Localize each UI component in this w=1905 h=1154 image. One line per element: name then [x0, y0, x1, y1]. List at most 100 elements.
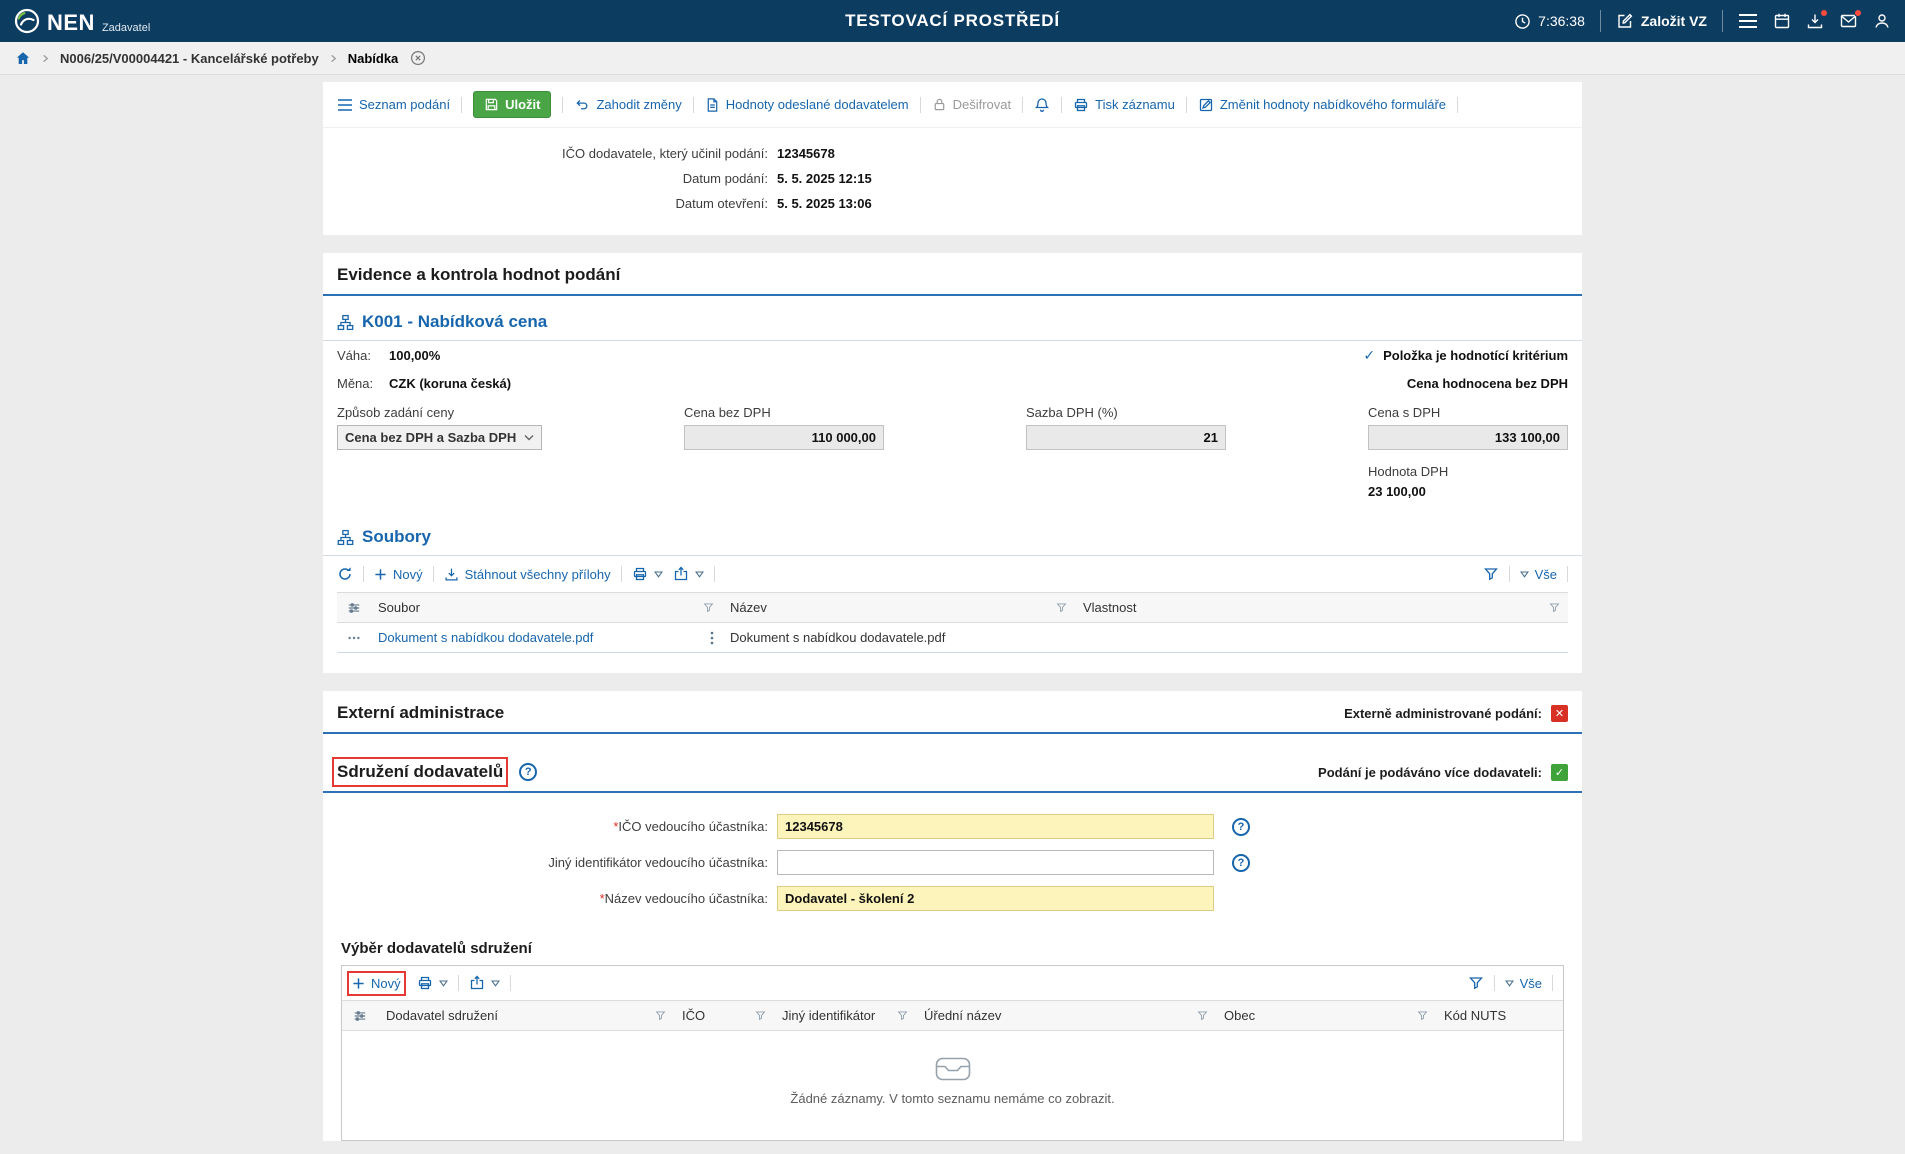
- seznam-podani-button[interactable]: Seznam podání: [337, 97, 450, 112]
- save-label: Uložit: [505, 97, 540, 112]
- nen-logo[interactable]: NEN Zadavatel: [14, 8, 150, 34]
- files-toolbar: Nový Stáhnout všechny přílohy: [323, 556, 1582, 590]
- save-button[interactable]: Uložit: [473, 91, 551, 118]
- column-header-dodavatel[interactable]: Dodavatel sdružení: [378, 1001, 674, 1030]
- column-header-nazev[interactable]: Název: [722, 593, 1075, 622]
- breadcrumb: N006/25/V00004421 - Kancelářské potřeby …: [0, 42, 1905, 75]
- export-button[interactable]: [469, 975, 500, 991]
- new-file-button[interactable]: Nový: [374, 567, 423, 582]
- table-row[interactable]: Dokument s nabídkou dodavatele.pdf Dokum…: [337, 623, 1568, 653]
- calendar-icon: [1773, 12, 1791, 30]
- view-all-dropdown[interactable]: Vše: [1505, 976, 1542, 991]
- column-header-ico[interactable]: IČO: [674, 1001, 774, 1030]
- column-filter-icon[interactable]: [1417, 1010, 1428, 1021]
- column-header-vlastnost[interactable]: Vlastnost: [1075, 593, 1568, 622]
- zalozit-vz-button[interactable]: Založit VZ: [1616, 12, 1707, 30]
- print-button[interactable]: [417, 975, 448, 991]
- view-all-label: Vše: [1535, 567, 1557, 582]
- column-header-obec[interactable]: Obec: [1216, 1001, 1436, 1030]
- field-label: *Název vedoucího účastníka:: [323, 891, 768, 906]
- vaha-label: Váha:: [337, 348, 389, 363]
- breadcrumb-item-vz[interactable]: N006/25/V00004421 - Kancelářské potřeby: [60, 51, 319, 66]
- column-filter-icon[interactable]: [755, 1010, 766, 1021]
- plus-icon: [352, 977, 365, 990]
- cell-menu-icon[interactable]: [710, 631, 714, 645]
- close-tab-icon[interactable]: [410, 50, 426, 66]
- home-icon[interactable]: [15, 50, 31, 66]
- jiny-identifikator-input[interactable]: [777, 850, 1214, 875]
- cross-indicator[interactable]: ✕: [1551, 705, 1568, 722]
- help-icon[interactable]: ?: [519, 763, 537, 781]
- caret-down-icon: [654, 571, 663, 578]
- grid-settings-icon[interactable]: [337, 593, 370, 622]
- user-button[interactable]: [1873, 12, 1891, 30]
- change-form-values-button[interactable]: Změnit hodnoty nabídkového formuláře: [1198, 97, 1446, 113]
- toolbar-separator: [562, 97, 563, 113]
- menu-button[interactable]: [1738, 13, 1758, 29]
- column-header-uredni-nazev[interactable]: Úřední název: [916, 1001, 1216, 1030]
- logo-subtitle: Zadavatel: [102, 22, 150, 34]
- ico-vedouciho-input[interactable]: [777, 814, 1214, 839]
- print-record-button[interactable]: Tisk záznamu: [1073, 97, 1175, 113]
- k001-header: K001 - Nabídková cena: [323, 312, 1582, 341]
- discard-changes-label: Zahodit změny: [596, 97, 681, 112]
- cena-bez-dph-input[interactable]: [684, 425, 884, 450]
- zpusob-zadani-value: Cena bez DPH a Sazba DPH: [345, 430, 516, 445]
- row-menu-icon[interactable]: [347, 635, 361, 641]
- field-label: Datum otevření:: [323, 196, 768, 211]
- toolbar-separator: [1494, 975, 1495, 991]
- column-filter-icon[interactable]: [897, 1010, 908, 1021]
- check-indicator[interactable]: ✓: [1551, 764, 1568, 781]
- sazba-dph-label: Sazba DPH (%): [1026, 405, 1226, 420]
- column-header-jiny-identifikator[interactable]: Jiný identifikátor: [774, 1001, 916, 1030]
- toolbar-separator: [1186, 97, 1187, 113]
- print-button[interactable]: [632, 566, 663, 582]
- soubory-header: Soubory: [323, 527, 1582, 556]
- toolbar-separator: [510, 975, 511, 991]
- new-sdruzeni-button[interactable]: Nový: [352, 976, 401, 991]
- notifications-button[interactable]: [1034, 97, 1050, 113]
- sazba-dph-input[interactable]: [1026, 425, 1226, 450]
- column-filter-icon[interactable]: [655, 1010, 666, 1021]
- column-header-kod-nuts[interactable]: Kód NUTS: [1436, 1001, 1563, 1030]
- nazev-vedouciho-label: Název vedoucího účastníka:: [605, 891, 768, 906]
- cena-s-dph-input[interactable]: [1368, 425, 1568, 450]
- print-record-label: Tisk záznamu: [1095, 97, 1175, 112]
- vice-dodavateli-label: Podání je podáváno více dodavateli:: [1318, 765, 1542, 780]
- download-all-button[interactable]: Stáhnout všechny přílohy: [444, 567, 611, 582]
- column-filter-icon[interactable]: [1549, 602, 1560, 613]
- printer-icon: [417, 975, 433, 991]
- column-filter-icon[interactable]: [1056, 602, 1067, 613]
- column-filter-icon[interactable]: [703, 602, 714, 613]
- file-link[interactable]: Dokument s nabídkou dodavatele.pdf: [378, 630, 593, 645]
- help-icon[interactable]: ?: [1232, 854, 1250, 872]
- undo-icon: [574, 97, 590, 112]
- column-filter-icon[interactable]: [1197, 1010, 1208, 1021]
- download-all-label: Stáhnout všechny přílohy: [465, 567, 611, 582]
- filter-button[interactable]: [1483, 566, 1499, 582]
- refresh-button[interactable]: [337, 566, 353, 582]
- supplier-values-button[interactable]: Hodnoty odeslané dodavatelem: [705, 97, 909, 113]
- help-icon[interactable]: ?: [1232, 818, 1250, 836]
- view-all-dropdown[interactable]: Vše: [1520, 567, 1557, 582]
- grid-settings-icon[interactable]: [342, 1001, 378, 1030]
- messages-button[interactable]: [1839, 12, 1858, 30]
- column-label: Jiný identifikátor: [782, 1008, 875, 1023]
- zpusob-zadani-label: Způsob zadání ceny: [337, 405, 542, 420]
- user-icon: [1873, 12, 1891, 30]
- zpusob-zadani-select[interactable]: Cena bez DPH a Sazba DPH: [337, 425, 542, 450]
- column-header-soubor[interactable]: Soubor: [370, 593, 722, 622]
- page-content: Seznam podání Uložit Zahodit změny: [323, 82, 1582, 1141]
- top-bar: NEN Zadavatel TESTOVACÍ PROSTŘEDÍ 7:36:3…: [0, 0, 1905, 42]
- calendar-button[interactable]: [1773, 12, 1791, 30]
- downloads-button[interactable]: [1806, 12, 1824, 30]
- discard-changes-button[interactable]: Zahodit změny: [574, 97, 681, 112]
- toolbar-separator: [458, 975, 459, 991]
- toolbar-separator: [693, 97, 694, 113]
- lock-icon: [932, 97, 947, 112]
- filter-button[interactable]: [1468, 975, 1484, 991]
- nazev-vedouciho-input[interactable]: [777, 886, 1214, 911]
- decrypt-button[interactable]: Dešifrovat: [932, 97, 1012, 112]
- list-icon: [337, 98, 353, 112]
- export-button[interactable]: [673, 566, 704, 582]
